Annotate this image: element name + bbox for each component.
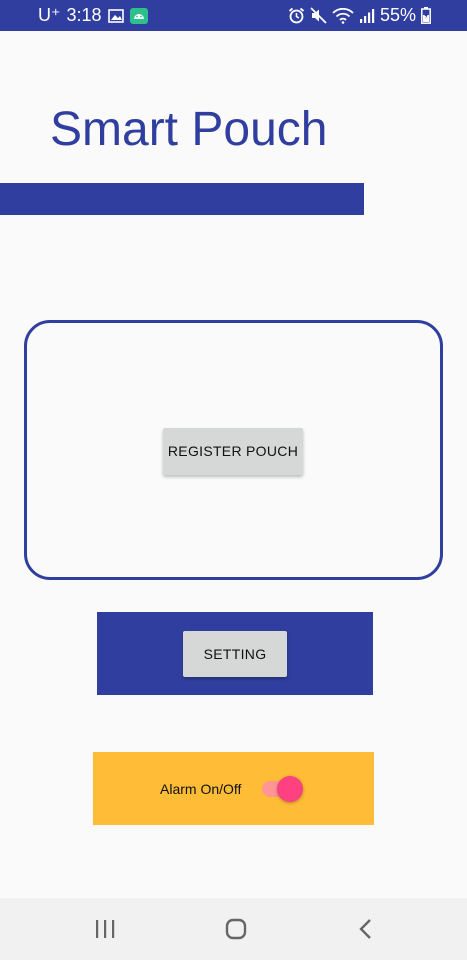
android-icon — [129, 7, 148, 24]
status-bar: U⁺ 3:18 55% — [0, 0, 467, 31]
image-icon — [107, 8, 124, 23]
recent-apps-icon[interactable] — [75, 898, 135, 960]
home-icon[interactable] — [206, 898, 266, 960]
alarm-switch-toggle[interactable] — [277, 776, 303, 802]
status-right: 55% — [288, 5, 431, 26]
navigation-bar — [0, 898, 467, 960]
battery-icon — [421, 7, 431, 24]
alarm-icon — [288, 7, 305, 24]
carrier-label: U⁺ — [38, 5, 61, 25]
setting-button[interactable]: SETTING — [183, 631, 287, 677]
title-underline-bar — [0, 183, 364, 215]
clock: 3:18 — [66, 5, 102, 25]
alarm-label: Alarm On/Off — [160, 781, 242, 797]
signal-icon — [359, 8, 375, 23]
status-left: U⁺ 3:18 — [38, 5, 148, 26]
battery-percent: 55% — [379, 5, 416, 25]
wifi-icon — [332, 7, 354, 24]
back-icon[interactable] — [336, 898, 396, 960]
mute-icon — [310, 7, 327, 24]
register-pouch-button[interactable]: REGISTER POUCH — [163, 428, 303, 475]
app-title: Smart Pouch — [50, 103, 328, 156]
